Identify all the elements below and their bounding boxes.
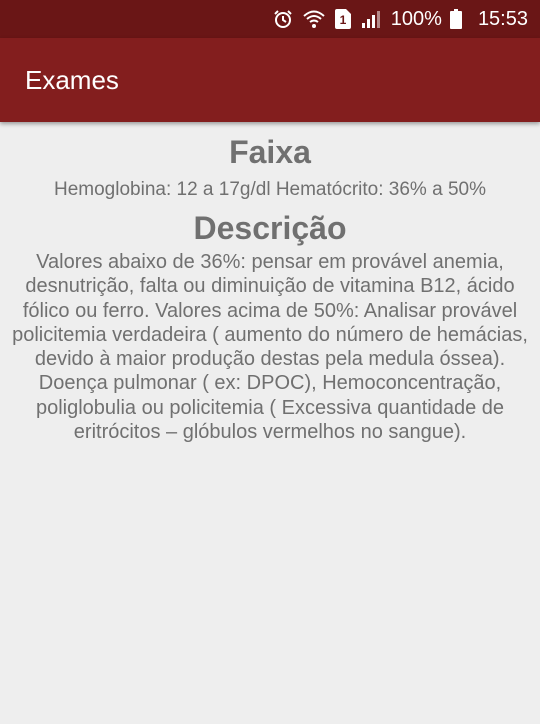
app-bar: Exames <box>0 38 540 122</box>
signal-icon <box>361 9 381 29</box>
range-text: Hemoglobina: 12 a 17g/dl Hematócrito: 36… <box>54 179 486 200</box>
range-heading: Faixa <box>229 134 311 170</box>
status-bar: 1 100% 15:53 <box>0 0 540 38</box>
wifi-icon <box>303 9 325 29</box>
battery-percent: 100% <box>390 7 442 30</box>
exam-content: Faixa Hemoglobina: 12 a 17g/dl Hematócri… <box>0 122 540 444</box>
alarm-icon <box>273 9 293 29</box>
clock: 15:53 <box>477 7 528 30</box>
description-heading: Descrição <box>193 210 347 246</box>
description-text: Valores abaixo de 36%: pensar em prováve… <box>12 251 528 444</box>
sim-label: 1 <box>339 13 346 27</box>
app-title: Exames <box>25 64 119 95</box>
battery-icon <box>449 9 462 29</box>
sim-icon: 1 <box>334 9 351 29</box>
